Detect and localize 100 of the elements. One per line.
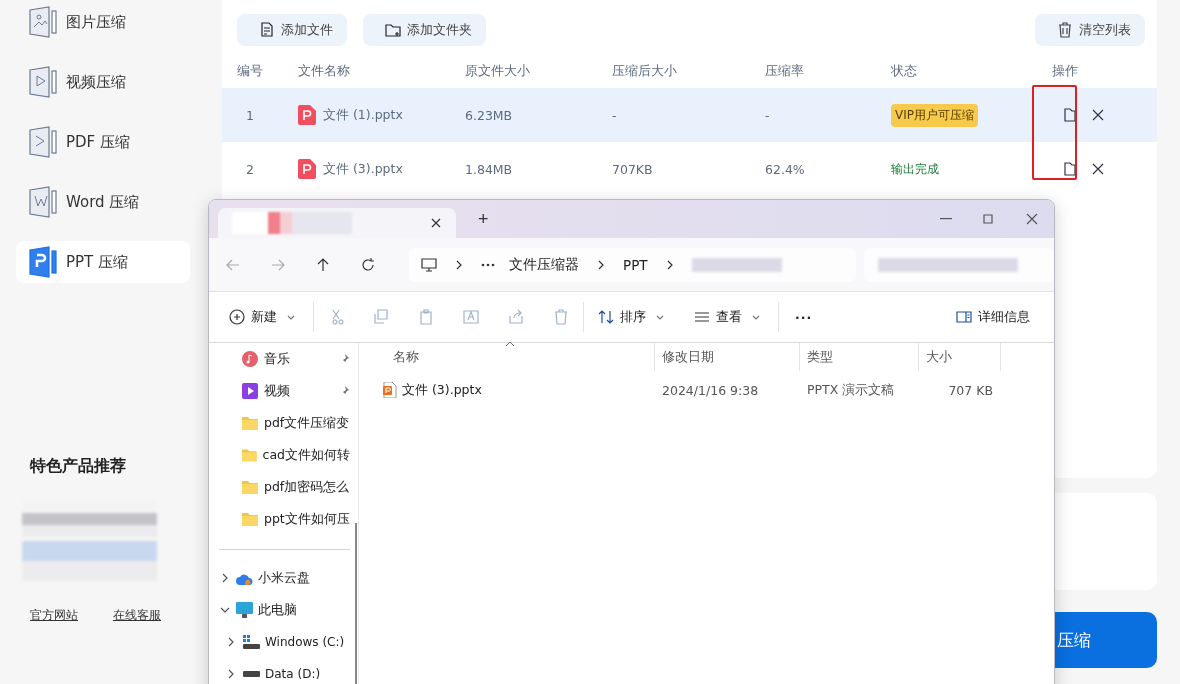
rename-icon bbox=[463, 309, 479, 325]
list-icon bbox=[694, 309, 710, 325]
tree-label: Windows (C:) bbox=[265, 635, 345, 649]
table-cell-text: 2 bbox=[245, 161, 255, 177]
tree-label: 小米云盘 bbox=[258, 569, 310, 587]
tree-item[interactable]: Data (D:) bbox=[209, 658, 358, 684]
drive-icon bbox=[242, 635, 260, 649]
remove-button[interactable] bbox=[1090, 107, 1106, 123]
file-row[interactable]: 文件 (3).pptx 2024/1/16 9:38 PPTX 演示文稿 707 KB bbox=[359, 371, 1054, 409]
nav-label: cad文件如何转 bbox=[262, 446, 350, 464]
column-header: 文件名称 bbox=[298, 62, 351, 80]
details-pane-icon bbox=[956, 309, 972, 325]
drive-icon bbox=[242, 671, 260, 677]
more-button[interactable]: ··· bbox=[795, 309, 813, 325]
trash-icon bbox=[553, 309, 569, 325]
sidebar-item[interactable]: PPT 压缩 bbox=[16, 241, 190, 283]
copy-icon bbox=[373, 309, 389, 325]
tree-item[interactable]: Windows (C:) bbox=[209, 626, 358, 658]
column-header[interactable]: 修改日期 bbox=[662, 343, 714, 371]
file-add-icon bbox=[259, 22, 275, 38]
close-icon bbox=[1090, 107, 1106, 123]
nav-item[interactable]: 音乐 bbox=[209, 343, 358, 375]
table-cell-text: PPTX 演示文稿 bbox=[806, 381, 896, 399]
open-folder-button[interactable] bbox=[1062, 161, 1078, 177]
clipboard-icon bbox=[418, 309, 434, 325]
close-button[interactable] bbox=[1024, 211, 1040, 227]
nav-label: 音乐 bbox=[264, 350, 291, 368]
table-cell-text: 1.84MB bbox=[465, 161, 514, 177]
ppt-file-icon bbox=[383, 382, 397, 398]
view-button[interactable]: 查看 bbox=[694, 308, 764, 326]
open-folder-button[interactable] bbox=[1062, 107, 1078, 123]
table-cell-text: 1 bbox=[245, 107, 255, 123]
column-header[interactable]: 类型 bbox=[807, 343, 833, 371]
nav-item[interactable]: ppt文件如何压 bbox=[209, 503, 358, 535]
folder-icon bbox=[242, 512, 258, 526]
up-button[interactable] bbox=[315, 256, 331, 273]
nav-item[interactable]: cad文件如何转 bbox=[209, 439, 358, 471]
refresh-button[interactable] bbox=[360, 256, 376, 273]
toolbar-button[interactable]: 添加文件 bbox=[237, 14, 347, 46]
clear-list-button[interactable]: 清空列表 bbox=[1035, 14, 1145, 46]
tree-label: Data (D:) bbox=[265, 667, 321, 681]
sidebar-item[interactable]: Word 压缩 bbox=[16, 181, 190, 223]
column-header: 原文件大小 bbox=[465, 62, 531, 80]
table-cell-text: - bbox=[612, 107, 618, 123]
column-header: 操作 bbox=[1052, 62, 1079, 80]
minimize-button[interactable] bbox=[940, 218, 952, 220]
refresh-icon bbox=[360, 256, 376, 273]
sidebar-item[interactable]: PDF 压缩 bbox=[16, 121, 190, 163]
address-bar[interactable]: 文件压缩器 PPT bbox=[409, 247, 857, 282]
breadcrumb-item[interactable]: PPT bbox=[623, 256, 648, 273]
file-name: 文件 (3).pptx bbox=[402, 381, 482, 399]
trash-icon bbox=[1057, 22, 1073, 38]
nav-item[interactable]: pdf文件压缩变 bbox=[209, 407, 358, 439]
column-header: 压缩后大小 bbox=[612, 62, 678, 80]
tree-item[interactable]: 小米云盘 bbox=[209, 562, 358, 594]
nav-item[interactable]: pdf加密码怎么 bbox=[209, 471, 358, 503]
sidebar-item[interactable]: 图片压缩 bbox=[16, 1, 190, 43]
start-button[interactable]: 压缩 bbox=[1053, 612, 1157, 668]
maximize-button[interactable] bbox=[980, 211, 996, 227]
sidebar-item[interactable]: 视频压缩 bbox=[16, 61, 190, 103]
table-row[interactable]: 2 文件 (3).pptx 1.84MB 707KB 62.4% 输出完成 bbox=[222, 142, 1157, 196]
status-text: 输出完成 bbox=[891, 160, 940, 178]
folder-icon bbox=[242, 480, 258, 494]
tree-item[interactable]: 此电脑 bbox=[209, 594, 358, 626]
footer-link[interactable]: 在线客服 bbox=[113, 607, 161, 624]
sort-button[interactable]: 排序 bbox=[598, 308, 668, 326]
nav-item[interactable]: 视频 bbox=[209, 375, 358, 407]
up-arrow-icon bbox=[315, 256, 331, 273]
folder-icon bbox=[242, 416, 258, 430]
column-header[interactable]: 大小 bbox=[926, 343, 952, 371]
share-icon bbox=[508, 309, 524, 325]
search-field[interactable] bbox=[864, 247, 1054, 282]
table-cell-text: 707 KB bbox=[947, 382, 994, 398]
monitor-icon bbox=[421, 256, 437, 273]
sort-icon bbox=[598, 309, 614, 325]
table-cell-text: 62.4% bbox=[765, 161, 806, 177]
column-header[interactable]: 名称 bbox=[393, 343, 419, 371]
details-button[interactable]: 详细信息 bbox=[956, 308, 1030, 326]
table-cell-text: 2024/1/16 9:38 bbox=[661, 382, 760, 398]
music-icon bbox=[242, 351, 258, 367]
video-icon bbox=[242, 383, 258, 399]
nav-label: 视频 bbox=[264, 382, 291, 400]
monitor-icon bbox=[236, 602, 253, 618]
file-name: 文件 (3).pptx bbox=[323, 160, 403, 178]
nav-label: ppt文件如何压 bbox=[264, 510, 350, 528]
maximize-icon bbox=[980, 211, 996, 227]
status-badge: VIP用户可压缩 bbox=[891, 103, 978, 127]
minimize-icon bbox=[940, 218, 952, 220]
new-tab-button[interactable]: + bbox=[472, 207, 495, 231]
remove-button[interactable] bbox=[1090, 161, 1106, 177]
file-name: 文件 (1).pptx bbox=[323, 106, 403, 124]
new-button[interactable]: 新建 bbox=[229, 308, 299, 326]
footer-link[interactable]: 官方网站 bbox=[30, 607, 78, 624]
close-icon bbox=[1090, 161, 1106, 177]
pdf-icon bbox=[28, 126, 58, 158]
sort-caret-icon bbox=[505, 341, 515, 347]
breadcrumb-item[interactable]: 文件压缩器 bbox=[509, 255, 579, 274]
toolbar-button[interactable]: 添加文件夹 bbox=[363, 14, 486, 46]
table-row[interactable]: 1 文件 (1).pptx 6.23MB - - VIP用户可压缩 bbox=[222, 88, 1157, 142]
nav-label: pdf文件压缩变 bbox=[264, 414, 350, 432]
